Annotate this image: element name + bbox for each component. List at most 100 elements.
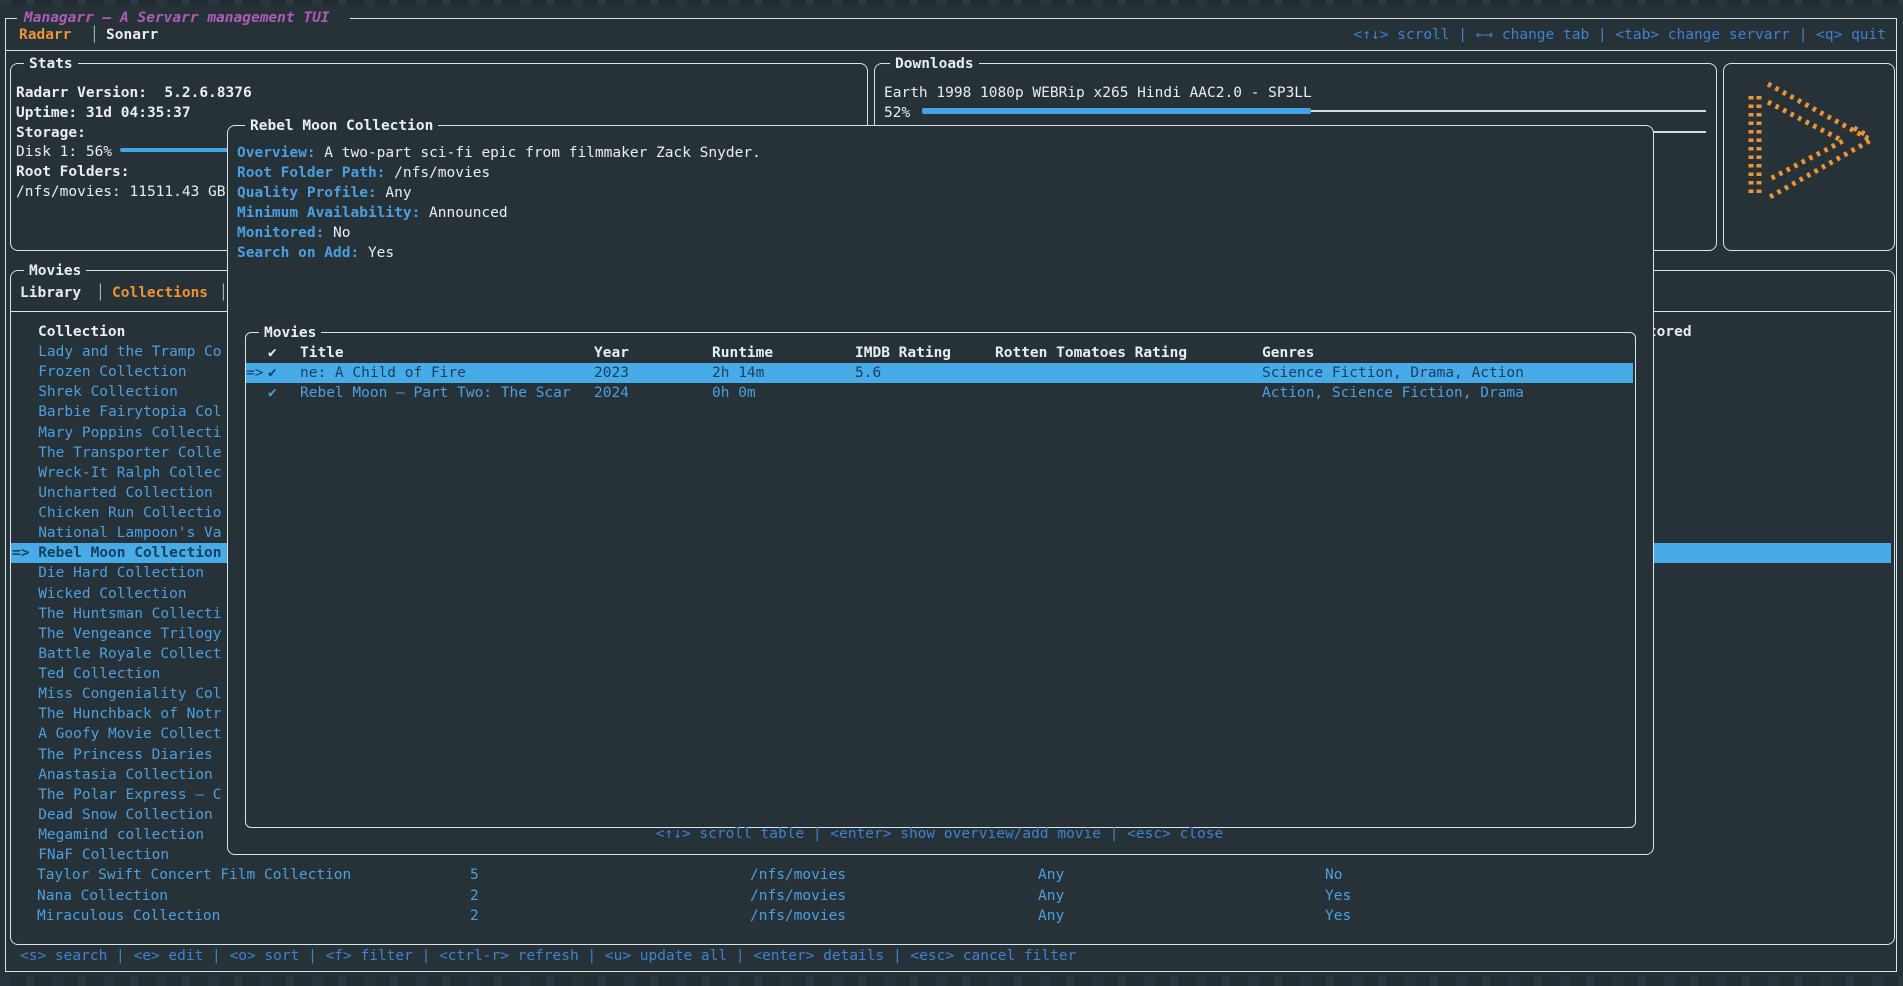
download-progress-gauge: [922, 108, 1311, 114]
collection-list-item[interactable]: Wreck-It Ralph Collec: [12, 463, 222, 483]
movie-genres: Action, Science Fiction, Drama: [1262, 383, 1524, 403]
stats-row: /nfs/movies: 11511.43 GB: [16, 182, 226, 202]
cell: No: [1325, 865, 1342, 885]
collection-list-item[interactable]: => Rebel Moon Collection: [12, 543, 222, 563]
collection-table-row[interactable]: Taylor Swift Concert Film Collection 5/nf…: [0, 865, 1890, 885]
collection-list-item[interactable]: The Huntsman Collecti: [12, 604, 222, 624]
tab-library[interactable]: Library: [20, 283, 81, 303]
collection-list-item[interactable]: Die Hard Collection: [12, 563, 204, 583]
cell: Nana Collection: [37, 886, 168, 906]
tab-radarr[interactable]: Radarr: [19, 25, 71, 45]
frame-top-stub: [5, 18, 17, 19]
cell: 5: [470, 865, 479, 885]
stats-row: Storage:: [16, 123, 86, 143]
cell: Taylor Swift Concert Film Collection: [37, 865, 351, 885]
modal-movies-table-title: Movies: [259, 323, 321, 343]
collection-list-item[interactable]: Battle Royale Collect: [12, 644, 222, 664]
check-icon: ✔: [268, 383, 277, 403]
stats-row: Radarr Version: 5.2.6.8376: [16, 83, 252, 103]
field-label: Monitored:: [237, 225, 324, 241]
collection-table-row[interactable]: Nana Collection 2/nfs/movies Any Yes: [0, 886, 1890, 906]
modal-movies-table-panel: [245, 332, 1636, 828]
cell: /nfs/movies: [750, 886, 846, 906]
movie-imdb-rating: 5.6: [855, 363, 881, 383]
stats-row: Root Folders:: [16, 162, 130, 182]
modal-field: Root Folder Path: /nfs/movies: [237, 163, 490, 183]
cell: Any: [1038, 886, 1064, 906]
tab-sonarr[interactable]: Sonarr: [106, 25, 158, 45]
movie-year: 2023: [594, 363, 629, 383]
movie-title: Rebel Moon – Part Two: The Scar: [300, 383, 571, 403]
check-icon-header: ✔: [268, 343, 277, 363]
screen-artifact-top: [0, 0, 1903, 5]
cell: Miraculous Collection: [37, 906, 220, 926]
field-label: Overview:: [237, 145, 316, 161]
field-label: Root Folder Path:: [237, 165, 385, 181]
movie-runtime: 0h 0m: [712, 383, 756, 403]
collection-list-item[interactable]: Lady and the Tramp Co: [12, 342, 222, 362]
collection-list-item[interactable]: The Transporter Colle: [12, 443, 222, 463]
collection-list-item[interactable]: Megamind collection: [12, 825, 204, 845]
movies-tab-divider-1: │: [96, 283, 105, 303]
collection-list-item[interactable]: The Princess Diaries: [12, 745, 213, 765]
field-value: A two-part sci-fi epic from filmmaker Za…: [316, 145, 761, 161]
download-percent: 52%: [884, 103, 910, 123]
collection-list-item[interactable]: Uncharted Collection: [12, 483, 213, 503]
frame-top-line: [350, 18, 1897, 19]
frame-right-line: [1896, 18, 1897, 972]
stats-row: Uptime: 31d 04:35:37: [16, 103, 191, 123]
modal-field: Quality Profile: Any: [237, 183, 412, 203]
collection-list-item[interactable]: Anastasia Collection: [12, 765, 213, 785]
collection-table-row[interactable]: Miraculous Collection2/nfs/moviesAnyYes: [0, 906, 1890, 926]
cell: 2: [470, 886, 479, 906]
modal-movie-row[interactable]: =>✔ne: A Child of Fire20232h 14m5.6Scien…: [0, 363, 1903, 383]
movies-panel-title: Movies: [24, 261, 86, 281]
bottom-help-bar: <s> search | <e> edit | <o> sort | <f> f…: [20, 946, 1076, 966]
collection-list-item[interactable]: FNaF Collection: [12, 845, 169, 865]
top-help-bar: <↑↓> scroll | ←→ change tab | <tab> chan…: [1353, 25, 1886, 45]
header-title: Title: [300, 343, 344, 363]
field-label: Search on Add:: [237, 245, 359, 261]
selection-marker: =>: [246, 363, 263, 383]
collection-list-item[interactable]: Miss Congeniality Col: [12, 684, 222, 704]
collection-list-item[interactable]: The Polar Express – C: [12, 785, 222, 805]
collection-list-item[interactable]: Dead Snow Collection: [12, 805, 213, 825]
collection-list-item[interactable]: Chicken Run Collectio: [12, 503, 222, 523]
collection-list-item[interactable]: National Lampoon's Va: [12, 523, 222, 543]
collection-list-item[interactable]: Wicked Collection: [12, 584, 187, 604]
cell: /nfs/movies: [750, 865, 846, 885]
modal-field: Monitored: No: [237, 223, 351, 243]
screen-artifact-bottom: [0, 976, 1903, 986]
tabs-separator-line: [5, 50, 1897, 51]
field-value: Any: [377, 185, 412, 201]
field-value: Yes: [359, 245, 394, 261]
movie-year: 2024: [594, 383, 629, 403]
downloads-panel-title: Downloads: [890, 54, 979, 74]
managarr-app: Managarr – A Servarr management TUI Rada…: [0, 0, 1903, 986]
movie-title: ne: A Child of Fire: [300, 363, 466, 383]
movie-genres: Science Fiction, Drama, Action: [1262, 363, 1524, 383]
collection-list-item[interactable]: Mary Poppins Collecti: [12, 423, 222, 443]
tab-divider: │: [90, 25, 99, 45]
collection-list-item[interactable]: The Hunchback of Notr: [12, 704, 222, 724]
modal-field: Minimum Availability: Announced: [237, 203, 508, 223]
modal-field: Overview: A two-part sci-fi epic from fi…: [237, 143, 761, 163]
frame-bottom-line: [5, 971, 1897, 972]
download-progress-remainder: [1311, 110, 1706, 112]
download-item-name: Earth 1998 1080p WEBRip x265 Hindi AAC2.…: [884, 83, 1312, 103]
collection-list-item[interactable]: The Vengeance Trilogy: [12, 624, 222, 644]
managarr-play-arrow-logo: [1742, 76, 1878, 206]
stats-panel-title: Stats: [24, 54, 78, 74]
field-value: /nfs/movies: [385, 165, 490, 181]
tab-collections[interactable]: Collections: [112, 283, 208, 303]
header-rotten-tomatoes: Rotten Tomatoes Rating: [995, 343, 1187, 363]
field-label: Quality Profile:: [237, 185, 377, 201]
cell: Any: [1038, 865, 1064, 885]
collection-column-header: Collection: [38, 322, 125, 342]
cell: Yes: [1325, 886, 1351, 906]
collection-list-item[interactable]: Ted Collection: [12, 664, 160, 684]
collection-list-item[interactable]: Barbie Fairytopia Col: [12, 402, 222, 422]
modal-movie-row[interactable]: ✔ Rebel Moon – Part Two: The Scar 2024 0h 0…: [0, 383, 1903, 403]
collection-list-item[interactable]: A Goofy Movie Collect: [12, 724, 222, 744]
modal-help-bar: <↑↓> scroll table | <enter> show overvie…: [227, 824, 1652, 844]
